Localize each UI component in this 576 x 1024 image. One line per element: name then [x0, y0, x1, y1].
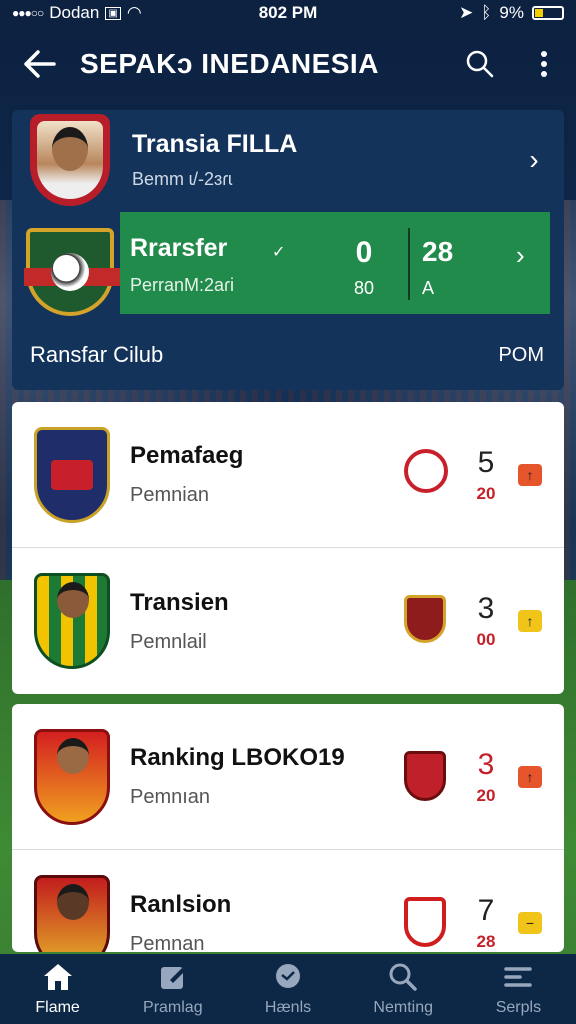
status-time: 802 PM [258, 3, 318, 22]
transfer-panel[interactable]: Rrarsfer PerranM:2aɾi ✓ 0 80 28 A › [120, 212, 550, 314]
nav-item-haenls[interactable]: Hænls [230, 954, 345, 1024]
list-item-subvalue: 20 [476, 483, 496, 503]
more-vertical-icon [541, 51, 547, 77]
list-item-sub: Pemnian [130, 484, 209, 506]
featured-card: Transia FILLA Bemm ɩ/-2ɜɾɩ › Rrarsfer Pe… [12, 110, 564, 390]
chevron-right-icon[interactable]: › [504, 144, 564, 176]
list-card: Pemafaeg Pemnian 5 20 ↑ Transien Pemnlai… [12, 402, 564, 694]
trend-up-icon: ↑ [518, 765, 542, 788]
nav-item-serpls[interactable]: Serpls [461, 954, 576, 1024]
list-item[interactable]: Ranlsion Pemnan 7 28 − [12, 850, 564, 952]
featured-player-row[interactable]: Transia FILLA Bemm ɩ/-2ɜɾɩ › [12, 110, 564, 210]
club-crest [34, 573, 110, 669]
divider [408, 228, 410, 300]
list-item-value: 7 [477, 894, 495, 927]
opponent-crest [404, 595, 452, 647]
trend-up-icon: ↑ [518, 463, 542, 486]
list-item[interactable]: Ranking LBOKO19 Pemnıan 3 20 ↑ [12, 704, 564, 850]
list-item[interactable]: Transien Pemnlail 3 00 ↑ [12, 548, 564, 694]
back-button[interactable] [0, 50, 80, 78]
club-crest [34, 728, 110, 825]
check-icon: ✓ [272, 244, 286, 261]
menu-icon [504, 967, 533, 987]
transfer-title: Rrarsfer [130, 234, 228, 262]
nav-label: Hænls [264, 999, 312, 1016]
location-icon: ➤ [458, 3, 474, 22]
transfer-club-label: Ransfar Cilub [30, 342, 164, 367]
nav-item-home[interactable]: Flame [0, 954, 115, 1024]
transfer-sub: PerranM:2aɾi [130, 275, 235, 295]
page-title: SEPAKɔ INEDANESIA [80, 48, 379, 79]
nav-label: Serpls [495, 999, 542, 1016]
list-card: Ranking LBOKO19 Pemnıan 3 20 ↑ Ranlsion … [12, 704, 564, 952]
search-icon [466, 50, 494, 78]
list-item-sub: Pemnan [130, 932, 205, 953]
signal-icon: ●●●○○ [12, 6, 44, 20]
trend-neutral-icon: − [518, 912, 542, 934]
wifi-icon: ◠ [126, 3, 142, 22]
list-item[interactable]: Pemafaeg Pemnian 5 20 ↑ [12, 402, 564, 548]
opponent-crest [404, 448, 452, 501]
list-item-subvalue: 00 [476, 630, 496, 649]
nav-item-pramlag[interactable]: Pramlag [115, 954, 230, 1024]
arrow-left-icon [24, 50, 56, 78]
home-icon [43, 964, 72, 990]
battery-icon [532, 6, 564, 20]
list-item-sub: Pemnıan [130, 786, 211, 808]
edit-icon [160, 967, 185, 989]
more-button[interactable] [512, 50, 576, 78]
status-right: ➤ ᛒ 9% [364, 3, 564, 23]
list-item-value: 5 [477, 445, 495, 479]
list-item-title: Ranlsion [130, 890, 232, 918]
chevron-right-icon[interactable]: › [516, 240, 525, 271]
right-small: A [422, 278, 435, 298]
right-big: 28 [422, 236, 454, 267]
list-item-title: Transien [130, 588, 229, 616]
battery-percent: 9% [499, 3, 524, 22]
list-item-sub: Pemnlail [130, 630, 207, 653]
opponent-crest [404, 750, 452, 803]
list-item-subvalue: 20 [476, 785, 496, 805]
transfer-club-pos: POM [498, 343, 544, 366]
club-crest-logo [24, 228, 124, 316]
club-crest [34, 875, 110, 952]
featured-player-sub: Bemm ɩ/-2ɜɾɩ [132, 169, 233, 189]
list-item-title: Ranking LBOKO19 [130, 744, 345, 771]
transfer-right-stats: 28 A [422, 236, 453, 299]
bottom-nav: Flame Pramlag Hænls Nemting Serpls [0, 954, 576, 1024]
search-icon [389, 963, 417, 991]
status-left: ●●●○○ Dodan ▣ ◠ [12, 3, 212, 23]
nav-item-nemting[interactable]: Nemting [346, 954, 461, 1024]
trend-up-icon: ↑ [518, 610, 542, 632]
list-item-subvalue: 28 [476, 932, 496, 951]
app-bar: SEPAKɔ INEDANESIA [0, 26, 576, 102]
list-item-value: 3 [477, 592, 495, 625]
score-big: 0 [355, 236, 373, 269]
football-icon [51, 253, 89, 291]
bluetooth-icon: ᛒ [481, 3, 492, 22]
carrier-name: Dodan [49, 3, 100, 22]
opponent-crest [404, 897, 452, 949]
score-small: 80 [353, 278, 375, 298]
chat-icon [276, 964, 300, 988]
search-button[interactable] [448, 50, 512, 78]
list-item-title: Pemafaeg [130, 442, 244, 469]
featured-player-name: Transia FILLA [132, 130, 298, 158]
nav-label: Nemting [373, 999, 433, 1016]
transfer-score: 0 80 [344, 236, 384, 299]
transfer-club-row[interactable]: Ransfar Cilub POM [12, 330, 564, 380]
player-avatar [30, 114, 110, 206]
status-bar: ●●●○○ Dodan ▣ ◠ 802 PM ➤ ᛒ 9% [0, 0, 576, 26]
lte-icon: ▣ [105, 6, 121, 20]
list-item-value: 3 [477, 747, 495, 781]
nav-label: Flame [35, 999, 80, 1016]
nav-label: Pramlag [143, 999, 203, 1016]
club-crest [34, 426, 110, 523]
